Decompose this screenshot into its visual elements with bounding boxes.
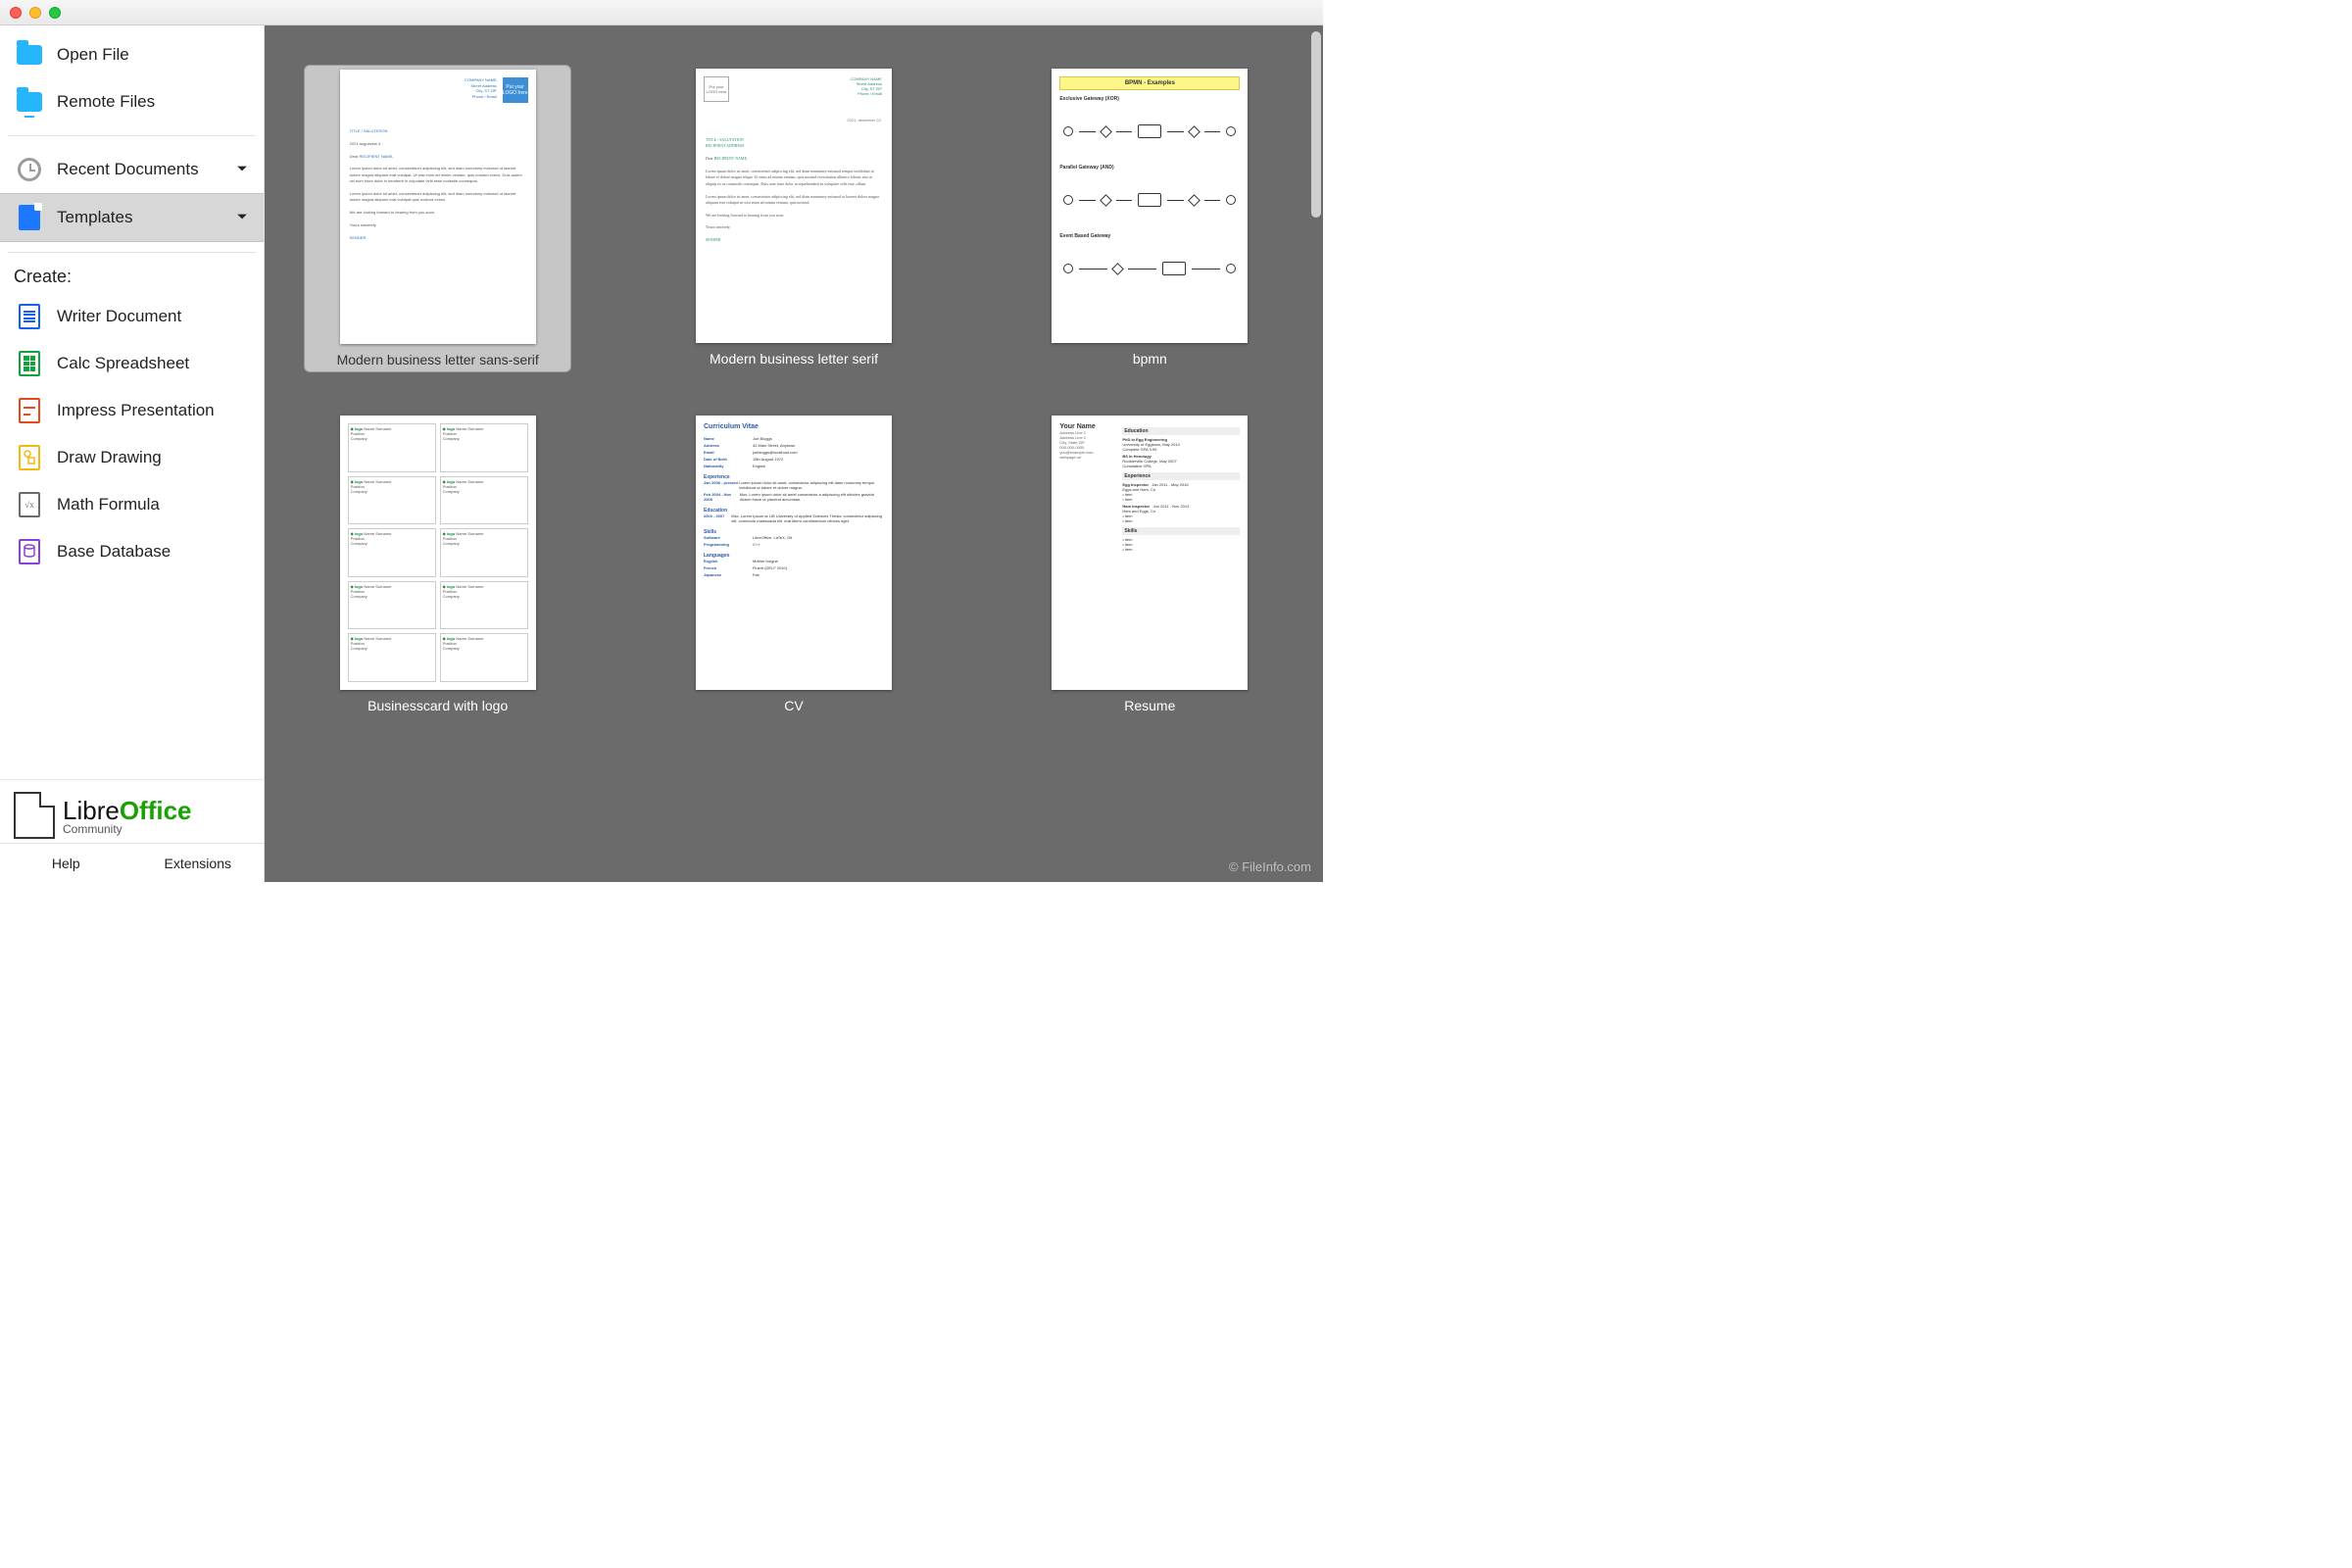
create-item-label: Base Database bbox=[57, 542, 171, 562]
maximize-window-button[interactable] bbox=[49, 7, 61, 19]
divider bbox=[8, 252, 256, 253]
template-gallery: Put your LOGO here COMPANY NAMEStreet Ad… bbox=[265, 25, 1323, 882]
create-item-label: Writer Document bbox=[57, 307, 181, 326]
calc-icon bbox=[16, 350, 43, 377]
watermark: © FileInfo.com bbox=[1229, 859, 1311, 874]
remote-files-label: Remote Files bbox=[57, 92, 155, 112]
template-card-bpmn[interactable]: BPMN - Examples Exclusive Gateway (XOR) … bbox=[1016, 65, 1284, 372]
create-impress-item[interactable]: Impress Presentation bbox=[0, 387, 264, 434]
sidebar: Open File Remote Files Recent Documents … bbox=[0, 25, 265, 882]
create-writer-item[interactable]: Writer Document bbox=[0, 293, 264, 340]
extensions-label: Extensions bbox=[165, 856, 231, 871]
minimize-window-button[interactable] bbox=[29, 7, 41, 19]
template-label: CV bbox=[784, 698, 803, 713]
close-window-button[interactable] bbox=[10, 7, 22, 19]
template-label: Modern business letter sans-serif bbox=[337, 352, 539, 368]
create-item-label: Impress Presentation bbox=[57, 401, 215, 420]
brand-name: LibreOffice bbox=[63, 796, 192, 826]
create-calc-item[interactable]: Calc Spreadsheet bbox=[0, 340, 264, 387]
template-card-cv[interactable]: Curriculum Vitae NameJoe Bloggs Address4… bbox=[660, 412, 927, 717]
chevron-down-icon bbox=[236, 208, 248, 227]
draw-icon bbox=[16, 444, 43, 471]
create-item-label: Math Formula bbox=[57, 495, 160, 514]
templates-label: Templates bbox=[57, 208, 132, 227]
template-icon bbox=[16, 204, 43, 231]
clock-icon bbox=[16, 156, 43, 183]
template-thumbnail: Put your LOGO here COMPANY NAMEStreet Ad… bbox=[696, 69, 892, 343]
template-label: Businesscard with logo bbox=[368, 698, 508, 713]
scrollbar[interactable] bbox=[1311, 31, 1321, 218]
folder-icon bbox=[16, 41, 43, 69]
template-card-businesscard[interactable]: ◆ logo Name SurnamePositionCompany ◆ log… bbox=[304, 412, 571, 717]
template-thumbnail: Curriculum Vitae NameJoe Bloggs Address4… bbox=[696, 416, 892, 690]
base-icon bbox=[16, 538, 43, 565]
open-file-item[interactable]: Open File bbox=[0, 31, 264, 78]
math-icon: √x bbox=[16, 491, 43, 518]
template-thumbnail: BPMN - Examples Exclusive Gateway (XOR) … bbox=[1052, 69, 1248, 343]
writer-icon bbox=[16, 303, 43, 330]
templates-item[interactable]: Templates bbox=[0, 193, 264, 242]
template-card-modern-serif[interactable]: Put your LOGO here COMPANY NAMEStreet Ad… bbox=[660, 65, 927, 372]
create-base-item[interactable]: Base Database bbox=[0, 528, 264, 575]
template-label: bpmn bbox=[1133, 351, 1167, 367]
create-math-item[interactable]: √x Math Formula bbox=[0, 481, 264, 528]
template-label: Resume bbox=[1124, 698, 1175, 713]
create-label: Create: bbox=[0, 257, 264, 293]
remote-folder-icon bbox=[16, 88, 43, 116]
template-card-resume[interactable]: Your Name Address Line 1 Address Line 2 … bbox=[1016, 412, 1284, 717]
branding: LibreOffice Community bbox=[0, 779, 264, 843]
open-file-label: Open File bbox=[57, 45, 129, 65]
create-item-label: Calc Spreadsheet bbox=[57, 354, 189, 373]
footer-links: Help Extensions bbox=[0, 843, 264, 882]
help-label: Help bbox=[52, 856, 80, 871]
window-titlebar bbox=[0, 0, 1323, 25]
template-label: Modern business letter serif bbox=[710, 351, 878, 367]
recent-documents-label: Recent Documents bbox=[57, 160, 199, 179]
extensions-link[interactable]: Extensions bbox=[132, 844, 265, 882]
libreoffice-logo-icon bbox=[14, 792, 55, 839]
template-card-modern-sans[interactable]: Put your LOGO here COMPANY NAMEStreet Ad… bbox=[304, 65, 571, 372]
template-thumbnail: Put your LOGO here COMPANY NAMEStreet Ad… bbox=[340, 70, 536, 344]
divider bbox=[8, 135, 256, 136]
recent-documents-item[interactable]: Recent Documents bbox=[0, 146, 264, 193]
help-link[interactable]: Help bbox=[0, 844, 132, 882]
chevron-down-icon bbox=[236, 160, 248, 179]
impress-icon bbox=[16, 397, 43, 424]
remote-files-item[interactable]: Remote Files bbox=[0, 78, 264, 125]
create-item-label: Draw Drawing bbox=[57, 448, 162, 467]
template-thumbnail: ◆ logo Name SurnamePositionCompany ◆ log… bbox=[340, 416, 536, 690]
template-thumbnail: Your Name Address Line 1 Address Line 2 … bbox=[1052, 416, 1248, 690]
create-draw-item[interactable]: Draw Drawing bbox=[0, 434, 264, 481]
